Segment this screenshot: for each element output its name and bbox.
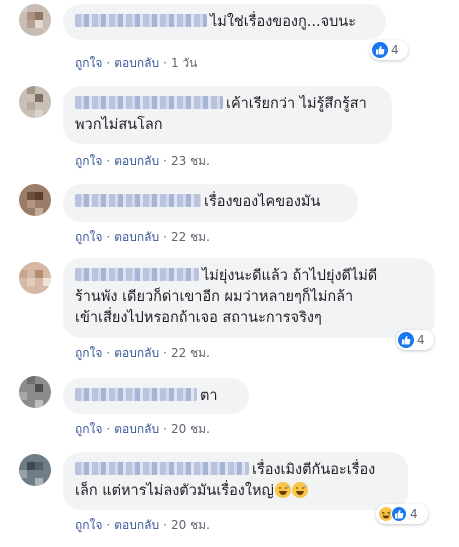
like-icon <box>372 42 388 58</box>
comment-bubble: เค้าเรียกว่า ไม่รู้สึกรู้สา พวกไม่สนโลก <box>63 86 392 144</box>
avatar[interactable] <box>19 4 51 36</box>
separator: · <box>163 422 167 436</box>
like-link[interactable]: ถูกใจ <box>75 346 102 360</box>
reply-link[interactable]: ตอบกลับ <box>114 56 159 70</box>
timestamp[interactable]: 1 วัน <box>171 56 197 70</box>
separator: · <box>163 346 167 360</box>
avatar[interactable] <box>19 262 51 294</box>
comment-bubble: ไม่ยุ่งนะดีแล้ว ถ้าไปยุ่งดีไม่ดี ร้านพัง… <box>63 258 435 338</box>
reply-link[interactable]: ตอบกลับ <box>114 518 159 532</box>
separator: · <box>163 56 167 70</box>
timestamp[interactable]: 22 ชม. <box>171 230 210 244</box>
avatar[interactable] <box>19 454 51 486</box>
like-link[interactable]: ถูกใจ <box>75 154 102 168</box>
like-icon <box>398 332 414 348</box>
author-name[interactable] <box>75 268 199 281</box>
comment-text-line: ไม่ยุ่งนะดีแล้ว ถ้าไปยุ่งดีไม่ดี <box>202 268 378 284</box>
avatar[interactable] <box>19 376 51 408</box>
timestamp[interactable]: 20 ชม. <box>171 518 210 532</box>
comment-text: เรื่องของไคของมัน <box>204 194 321 210</box>
separator: · <box>106 422 111 436</box>
comment-actions: ถูกใจ · ตอบกลับ · 1 วัน <box>75 54 197 73</box>
reply-link[interactable]: ตอบกลับ <box>114 154 159 168</box>
separator: · <box>106 346 111 360</box>
author-name[interactable] <box>75 388 197 401</box>
separator: · <box>163 154 167 168</box>
like-link[interactable]: ถูกใจ <box>75 230 102 244</box>
timestamp[interactable]: 20 ชม. <box>171 422 210 436</box>
reaction-count: 4 <box>391 43 399 57</box>
reaction-summary[interactable]: 4 <box>370 40 408 60</box>
comment-text-line: เข้าเสี่ยงไปหรอกถ้าเจอ สถานะการจริงๆ <box>75 310 322 326</box>
comment-text-line: เล็ก แต่หารไม่ลงตัวมันเรื่องใหญ่ <box>75 483 274 499</box>
reply-link[interactable]: ตอบกลับ <box>114 346 159 360</box>
comment-text-line: เค้าเรียกว่า ไม่รู้สึกรู้สา <box>226 96 367 112</box>
like-link[interactable]: ถูกใจ <box>75 56 102 70</box>
comment-text-line: พวกไม่สนโลก <box>75 117 163 133</box>
separator: · <box>106 56 111 70</box>
comment-text-line: ร้านพัง เดียวก็ด่าเขาอีก ผมว่าหลายๆก็ไม่… <box>75 289 354 305</box>
comment-text: ตา <box>200 388 218 404</box>
reply-link[interactable]: ตอบกลับ <box>114 422 159 436</box>
reply-link[interactable]: ตอบกลับ <box>114 230 159 244</box>
reaction-count: 4 <box>410 507 418 521</box>
grinning-sweat-emoji <box>291 482 308 498</box>
avatar[interactable] <box>19 184 51 216</box>
comment-bubble: เรื่องของไคของมัน <box>63 184 358 222</box>
like-link[interactable]: ถูกใจ <box>75 422 102 436</box>
reaction-summary[interactable]: 4 <box>376 504 428 524</box>
reaction-count: 4 <box>417 333 425 347</box>
timestamp[interactable]: 23 ชม. <box>171 154 210 168</box>
comment-text: ไม่ใช่เรื่องของกู...จบนะ <box>210 14 357 30</box>
like-link[interactable]: ถูกใจ <box>75 518 102 532</box>
comment-bubble: เรื่องเมิงตีกันอะเรื่อง เล็ก แต่หารไม่ลง… <box>63 452 408 510</box>
like-icon <box>391 506 407 522</box>
avatar[interactable] <box>19 86 51 118</box>
author-name[interactable] <box>75 96 223 109</box>
author-name[interactable] <box>75 14 207 27</box>
comment-actions: ถูกใจ · ตอบกลับ · 20 ชม. <box>75 516 210 535</box>
reaction-summary[interactable]: 4 <box>396 330 434 350</box>
separator: · <box>106 518 111 532</box>
comment-actions: ถูกใจ · ตอบกลับ · 22 ชม. <box>75 344 210 363</box>
grinning-sweat-emoji <box>274 482 291 498</box>
comment-actions: ถูกใจ · ตอบกลับ · 23 ชม. <box>75 152 210 171</box>
author-name[interactable] <box>75 194 201 207</box>
comment-text-line: เรื่องเมิงตีกันอะเรื่อง <box>252 462 376 478</box>
comment-bubble: ไม่ใช่เรื่องของกู...จบนะ <box>63 4 386 40</box>
author-name[interactable] <box>75 462 249 475</box>
separator: · <box>106 154 111 168</box>
timestamp[interactable]: 22 ชม. <box>171 346 210 360</box>
separator: · <box>106 230 111 244</box>
separator: · <box>163 518 167 532</box>
comment-actions: ถูกใจ · ตอบกลับ · 22 ชม. <box>75 228 210 247</box>
comment-actions: ถูกใจ · ตอบกลับ · 20 ชม. <box>75 420 210 439</box>
separator: · <box>163 230 167 244</box>
comment-bubble: ตา <box>63 378 249 414</box>
